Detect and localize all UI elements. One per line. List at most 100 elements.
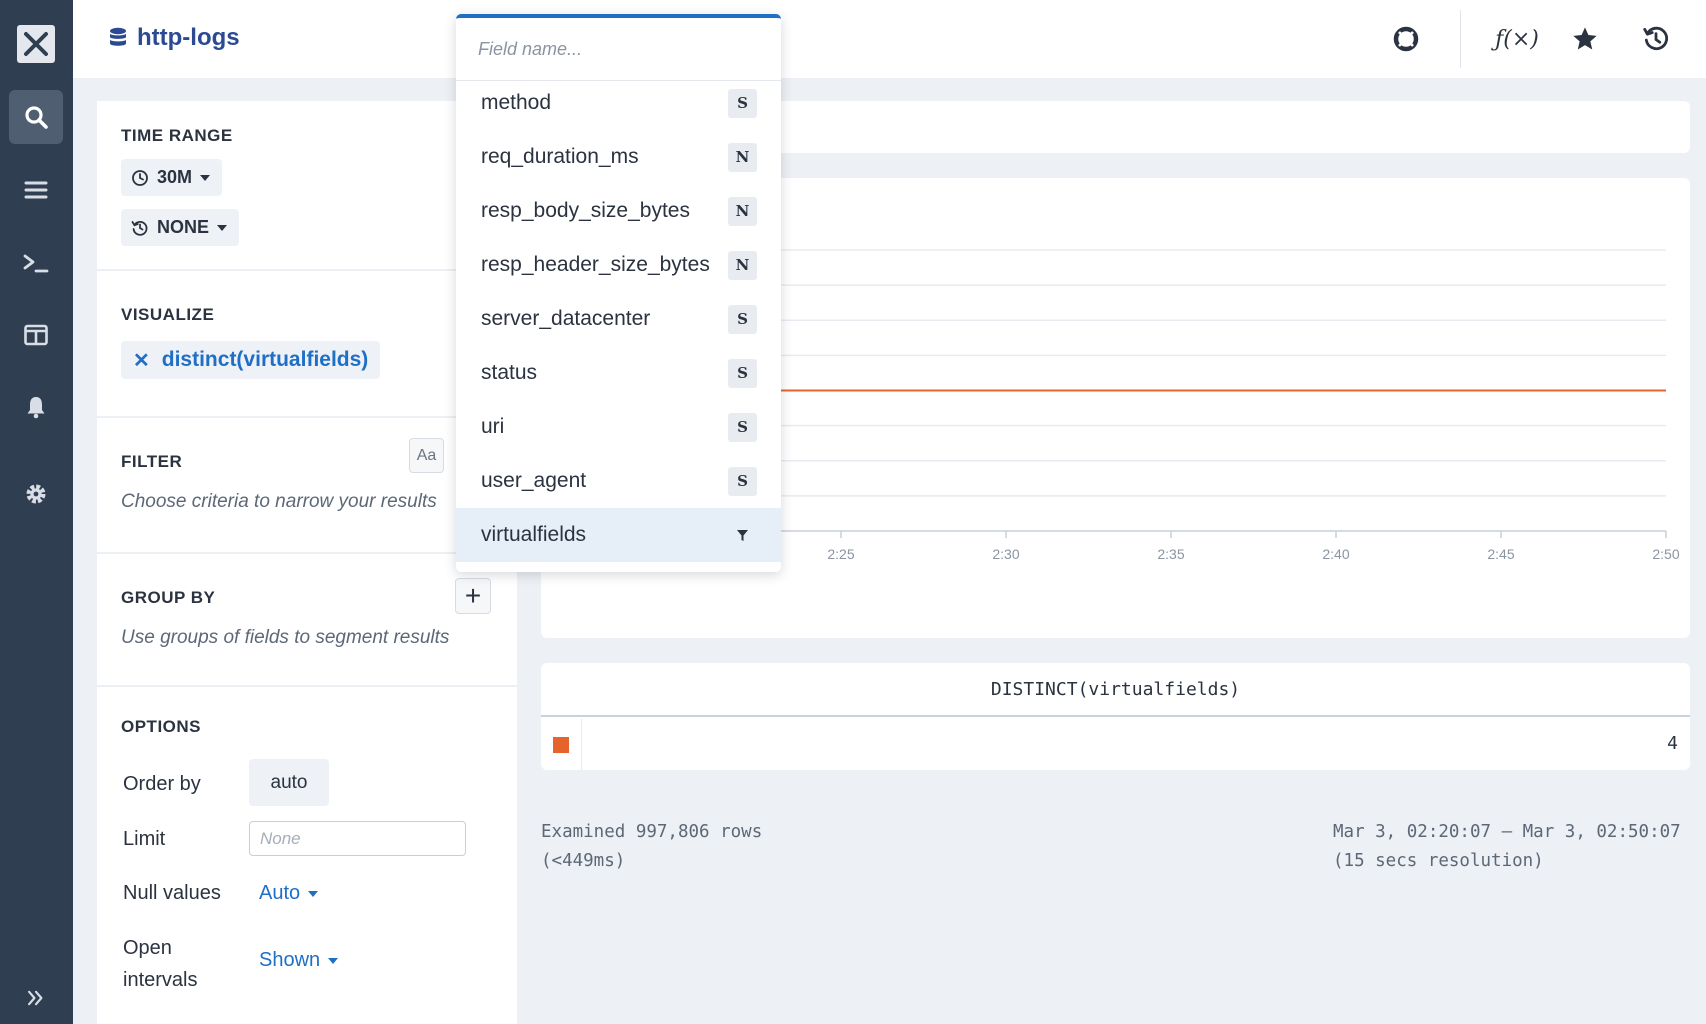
visualize-title: VISUALIZE: [121, 305, 215, 324]
examined-line-2: (<449ms): [541, 851, 626, 871]
history-icon: [1643, 26, 1668, 50]
top-bar: http-logs ƒ(×): [73, 0, 1706, 78]
field-option[interactable]: resp_body_size_bytes N: [456, 184, 781, 238]
list-icon: [24, 181, 48, 199]
history-small-icon: [131, 220, 148, 236]
dataset-selector[interactable]: http-logs: [109, 24, 240, 52]
gear-icon: [26, 484, 46, 504]
chevron-down-icon: [217, 224, 228, 231]
field-option-label: req_duration_ms: [481, 145, 639, 168]
visualize-item[interactable]: ✕ distinct(virtualfields): [121, 341, 381, 379]
compare-select[interactable]: NONE: [121, 209, 240, 246]
compare-value: NONE: [157, 217, 210, 237]
field-type-badge: N: [728, 142, 757, 172]
nav-rail: [0, 0, 73, 1024]
row-value: 4: [1667, 733, 1678, 754]
time-range-section: TIME RANGE 30M NONE: [97, 101, 517, 271]
query-panel: TIME RANGE 30M NONE VISUALIZE ✕ distinct…: [97, 101, 517, 1024]
expand-icon: [28, 990, 43, 1006]
field-option-label: server_datacenter: [481, 307, 651, 330]
filter-icon: [728, 521, 757, 550]
visualize-item-label[interactable]: distinct(virtualfields): [162, 348, 369, 372]
field-option-label: user_agent: [481, 469, 587, 492]
field-option[interactable]: method S: [456, 76, 781, 130]
open-intervals-label: Open intervals: [123, 937, 198, 991]
filter-hint[interactable]: Choose criteria to narrow your results: [121, 491, 437, 513]
field-option[interactable]: req_duration_ms N: [456, 130, 781, 184]
nav-query-builder[interactable]: [9, 90, 63, 144]
chevron-down-icon: [200, 174, 211, 181]
range-note: Mar 3, 02:20:07 – Mar 3, 02:50:07 (15 se…: [1333, 818, 1681, 876]
database-icon: [110, 27, 126, 46]
field-type-badge: N: [728, 196, 757, 226]
limit-input[interactable]: [249, 821, 466, 856]
order-by-button[interactable]: auto: [249, 759, 329, 806]
field-type-badge: S: [728, 466, 757, 496]
limit-label: Limit: [123, 828, 166, 850]
field-type-badge: S: [728, 358, 757, 388]
field-option-label: virtualfields: [481, 523, 587, 546]
close-logo-icon[interactable]: [17, 25, 55, 63]
options-title: OPTIONS: [121, 717, 202, 736]
x-tick-label: 2:25: [827, 546, 854, 562]
expand-rail-button[interactable]: [9, 980, 63, 1016]
bell-icon: [27, 397, 45, 419]
field-option[interactable]: virtualfields: [456, 508, 781, 562]
dataset-name: http-logs: [137, 24, 240, 51]
field-search-input[interactable]: [478, 36, 758, 62]
null-values-label: Null values: [123, 882, 221, 904]
field-option-label: method: [481, 91, 552, 114]
range-line-1: Mar 3, 02:20:07 – Mar 3, 02:50:07: [1333, 822, 1681, 842]
history-button[interactable]: [1637, 20, 1675, 58]
nav-settings[interactable]: [9, 467, 63, 521]
field-option[interactable]: resp_header_size_bytes N: [456, 238, 781, 292]
nav-dashboards[interactable]: [9, 308, 63, 362]
group-by-section: GROUP BY Use groups of fields to segment…: [97, 554, 517, 687]
nav-datasets[interactable]: [9, 163, 63, 217]
filter-title: FILTER: [121, 452, 183, 471]
time-range-title: TIME RANGE: [121, 126, 233, 145]
add-group-by-button[interactable]: +: [455, 578, 491, 614]
field-type-badge: S: [728, 412, 757, 442]
clock-icon: [132, 169, 148, 186]
field-option[interactable]: user_agent S: [456, 454, 781, 508]
remove-icon[interactable]: ✕: [133, 348, 150, 373]
chevron-down-icon: [328, 957, 339, 964]
star-button[interactable]: [1566, 20, 1604, 58]
order-by-label: Order by: [123, 773, 201, 795]
help-button[interactable]: [1387, 20, 1425, 58]
search-icon: [25, 106, 48, 129]
terminal-icon: [23, 254, 49, 273]
table-row[interactable]: 4: [541, 719, 1690, 770]
field-search: [456, 18, 781, 81]
field-option-label: resp_header_size_bytes: [481, 253, 710, 276]
field-type-badge: S: [728, 88, 757, 118]
nav-monitors[interactable]: [9, 380, 63, 434]
column-header[interactable]: DISTINCT(virtualfields): [541, 663, 1690, 717]
examined-line-1: Examined 997,806 rows: [541, 822, 763, 842]
field-option-label: resp_body_size_bytes: [481, 199, 690, 222]
x-tick-label: 2:30: [992, 546, 1019, 562]
chevron-down-icon: [308, 890, 319, 897]
null-values-select[interactable]: Auto: [259, 882, 319, 905]
case-sensitivity-toggle[interactable]: Aa: [409, 438, 444, 473]
field-option[interactable]: uri S: [456, 400, 781, 454]
range-line-2: (15 secs resolution): [1333, 851, 1544, 871]
filter-section: FILTER Choose criteria to narrow your re…: [97, 418, 517, 554]
help-icon: [1393, 26, 1419, 52]
time-range-value: 30M: [157, 167, 193, 187]
field-option[interactable]: server_datacenter S: [456, 292, 781, 346]
examined-rows-note: Examined 997,806 rows (<449ms): [541, 818, 762, 876]
topbar-divider: [1460, 10, 1461, 68]
x-tick-label: 2:35: [1157, 546, 1184, 562]
open-intervals-select[interactable]: Shown: [259, 949, 339, 972]
field-option[interactable]: status S: [456, 346, 781, 400]
function-button[interactable]: ƒ(×): [1494, 20, 1540, 58]
visualize-section: VISUALIZE ✕ distinct(virtualfields): [97, 271, 517, 418]
function-icon: ƒ(×): [1495, 26, 1539, 52]
group-by-hint[interactable]: Use groups of fields to segment results: [121, 627, 449, 649]
x-tick-label: 2:40: [1322, 546, 1349, 562]
time-range-select[interactable]: 30M: [121, 159, 223, 196]
field-option-label: uri: [481, 415, 505, 438]
nav-terminal[interactable]: [9, 236, 63, 290]
